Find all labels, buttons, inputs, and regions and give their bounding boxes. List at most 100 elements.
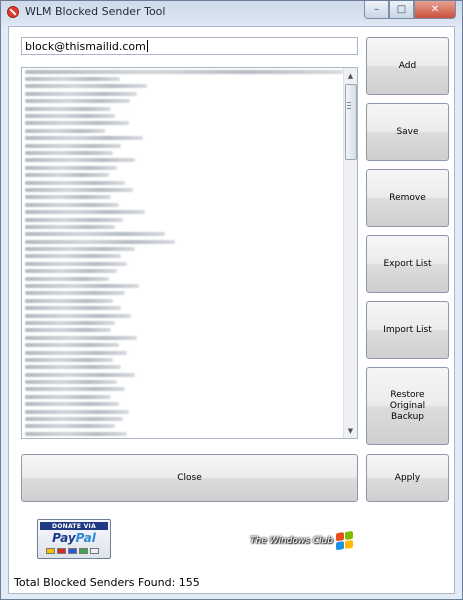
blurred-email — [25, 180, 125, 185]
list-item[interactable] — [25, 216, 343, 223]
email-input-value: block@thismailid.com — [25, 39, 146, 53]
list-item[interactable] — [25, 83, 343, 90]
card-icon — [90, 548, 99, 554]
list-item[interactable] — [25, 164, 343, 171]
add-button[interactable]: Add — [366, 37, 449, 95]
blurred-email — [25, 77, 120, 82]
list-item[interactable] — [25, 297, 343, 304]
list-item[interactable] — [25, 186, 343, 193]
list-item[interactable] — [25, 98, 343, 105]
list-item[interactable] — [25, 171, 343, 178]
blurred-email — [25, 165, 117, 170]
scroll-thumb[interactable] — [345, 84, 357, 160]
scroll-down-icon[interactable]: ▼ — [344, 424, 357, 437]
list-item[interactable] — [25, 423, 343, 430]
close-window-button[interactable]: ✕ — [414, 1, 456, 19]
blurred-email — [25, 365, 121, 370]
app-window: WLM Blocked Sender Tool – □ ✕ block@this… — [0, 0, 463, 600]
blurred-email — [25, 254, 121, 259]
blurred-email — [25, 284, 139, 289]
list-item[interactable] — [25, 356, 343, 363]
scroll-up-icon[interactable]: ▲ — [344, 69, 357, 82]
list-item[interactable] — [25, 319, 343, 326]
blurred-email — [25, 402, 119, 407]
list-item[interactable] — [25, 282, 343, 289]
list-item[interactable] — [25, 179, 343, 186]
list-item[interactable] — [25, 415, 343, 422]
paypal-donate-button[interactable]: DONATE VIA PayPal — [37, 519, 111, 559]
list-item[interactable] — [25, 245, 343, 252]
list-item[interactable] — [25, 260, 343, 267]
blurred-email — [25, 136, 143, 141]
close-button[interactable]: Close — [21, 454, 358, 502]
list-item[interactable] — [25, 68, 343, 75]
list-item[interactable] — [25, 327, 343, 334]
list-item[interactable] — [25, 238, 343, 245]
list-item[interactable] — [25, 135, 343, 142]
scroll-grip-icon — [347, 102, 351, 111]
status-text: Total Blocked Senders Found: 155 — [14, 576, 200, 589]
list-item[interactable] — [25, 305, 343, 312]
blurred-email — [25, 350, 127, 355]
list-item[interactable] — [25, 157, 343, 164]
blurred-email — [25, 269, 117, 274]
card-icon — [79, 548, 88, 554]
restore-backup-button[interactable]: Restore Original Backup — [366, 367, 449, 445]
list-item[interactable] — [25, 120, 343, 127]
list-item[interactable] — [25, 127, 343, 134]
list-item[interactable] — [25, 208, 343, 215]
blurred-email — [25, 143, 121, 148]
list-item[interactable] — [25, 341, 343, 348]
list-item[interactable] — [25, 231, 343, 238]
blocked-senders-list[interactable]: ▲ ▼ — [21, 67, 358, 439]
export-list-button[interactable]: Export List — [366, 235, 449, 293]
apply-button[interactable]: Apply — [366, 454, 449, 502]
title-bar[interactable]: WLM Blocked Sender Tool – □ ✕ — [1, 1, 462, 25]
blurred-email — [25, 202, 119, 207]
windows-flag-icon — [336, 530, 354, 552]
list-item[interactable] — [25, 290, 343, 297]
list-item[interactable] — [25, 275, 343, 282]
list-item[interactable] — [25, 268, 343, 275]
list-item[interactable] — [25, 75, 343, 82]
blurred-email — [25, 409, 129, 414]
remove-button[interactable]: Remove — [366, 169, 449, 227]
save-button[interactable]: Save — [366, 103, 449, 161]
list-item[interactable] — [25, 430, 343, 437]
blurred-email — [25, 328, 111, 333]
list-item[interactable] — [25, 105, 343, 112]
blurred-email — [25, 232, 165, 237]
minimize-button[interactable]: – — [364, 1, 389, 19]
list-item[interactable] — [25, 142, 343, 149]
list-item[interactable] — [25, 223, 343, 230]
list-item[interactable] — [25, 312, 343, 319]
list-item[interactable] — [25, 371, 343, 378]
list-item[interactable] — [25, 364, 343, 371]
list-item[interactable] — [25, 393, 343, 400]
list-item[interactable] — [25, 378, 343, 385]
list-item[interactable] — [25, 90, 343, 97]
list-item[interactable] — [25, 401, 343, 408]
list-item[interactable] — [25, 194, 343, 201]
blurred-email — [25, 247, 135, 252]
email-input[interactable]: block@thismailid.com — [21, 37, 358, 55]
blurred-email — [25, 239, 175, 244]
list-item[interactable] — [25, 253, 343, 260]
blurred-email — [25, 291, 125, 296]
list-item[interactable] — [25, 386, 343, 393]
maximize-button[interactable]: □ — [389, 1, 414, 19]
list-items — [22, 68, 343, 438]
list-item[interactable] — [25, 149, 343, 156]
list-item[interactable] — [25, 349, 343, 356]
import-list-button[interactable]: Import List — [366, 301, 449, 359]
blurred-email — [25, 343, 119, 348]
list-item[interactable] — [25, 201, 343, 208]
paypal-logo-pal: Pal — [75, 531, 96, 545]
list-item[interactable] — [25, 334, 343, 341]
blurred-email — [25, 91, 137, 96]
list-item[interactable] — [25, 408, 343, 415]
list-item[interactable] — [25, 112, 343, 119]
blurred-email — [25, 394, 111, 399]
list-scrollbar[interactable]: ▲ ▼ — [343, 68, 357, 438]
card-icon — [68, 548, 77, 554]
